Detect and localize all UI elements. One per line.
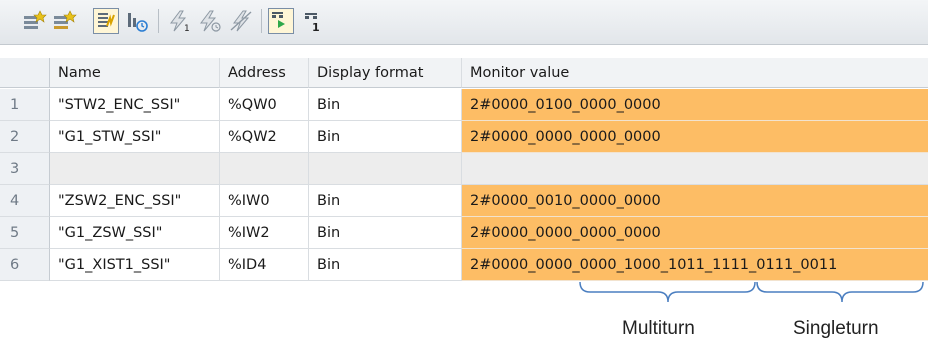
bit-range-braces [579,281,924,303]
multiturn-brace [579,281,756,303]
singleturn-brace [756,281,924,303]
multiturn-label: Multiturn [622,318,695,339]
singleturn-label: Singleturn [793,318,879,339]
